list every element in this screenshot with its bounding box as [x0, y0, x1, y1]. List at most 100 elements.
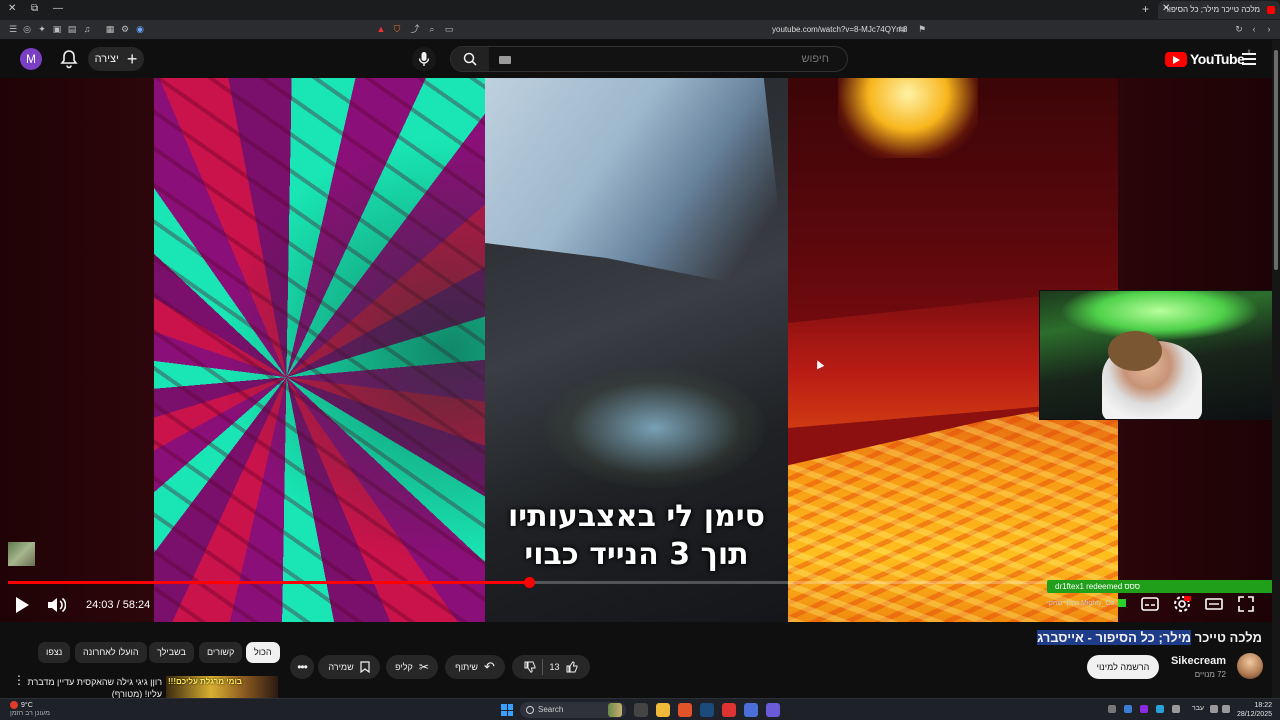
share-button[interactable]: שיתוף ↶: [445, 655, 505, 679]
settings-button[interactable]: [1172, 594, 1192, 614]
steam-icon[interactable]: [700, 703, 714, 717]
widgets-icon[interactable]: [608, 703, 622, 717]
search-input[interactable]: [495, 49, 839, 69]
chip-all[interactable]: הכול: [246, 642, 280, 663]
back-icon[interactable]: ‹: [1249, 24, 1259, 34]
youtube-wordmark: YouTube: [1190, 51, 1245, 67]
create-button[interactable]: יצירה +: [88, 47, 144, 71]
tray-app-icon[interactable]: [1124, 705, 1132, 713]
share-page-icon[interactable]: ⤴: [410, 24, 420, 34]
location-icon[interactable]: ◎: [22, 24, 32, 34]
theater-mode-button[interactable]: [1204, 594, 1224, 614]
cast-icon[interactable]: ▭: [444, 24, 454, 34]
more-actions-button[interactable]: •••: [290, 655, 314, 679]
tray-headset-icon[interactable]: [1172, 705, 1180, 713]
url-field[interactable]: youtube.com/watch?v=8-MJc74QYm8: [772, 25, 907, 34]
recommendation-title[interactable]: רוןן גיגי גילה שהאקסית עדיין מדברת עליו!…: [26, 676, 162, 700]
fullscreen-button[interactable]: [1236, 594, 1256, 614]
wallet-icon[interactable]: ▦: [105, 24, 115, 34]
tray-wifi-icon[interactable]: [1210, 705, 1218, 713]
task-view-icon[interactable]: [634, 703, 648, 717]
music-icon[interactable]: ♫: [82, 24, 92, 34]
recommendation-more-icon[interactable]: ⋮: [13, 674, 25, 686]
chip-watched[interactable]: נצפו: [38, 642, 71, 663]
browser-tab-active[interactable]: ✕ מלכה טייכר מילר; כל הסיפור: [1158, 1, 1280, 19]
volume-button[interactable]: [46, 596, 67, 614]
subtitle-line-1: סימן לי באצבעותיו: [507, 499, 766, 534]
bookmark-icon[interactable]: ⚑: [917, 24, 927, 34]
time-display: 24:03 / 58:24: [78, 594, 158, 616]
chip-related[interactable]: קשורים: [199, 642, 243, 663]
subscribe-button[interactable]: הרשמה למינוי: [1087, 655, 1159, 679]
create-label: יצירה: [94, 53, 119, 65]
brave-browser-icon[interactable]: [678, 703, 692, 717]
like-count[interactable]: 13: [549, 662, 559, 672]
puzzle-icon[interactable]: ✦: [37, 24, 47, 34]
player-controls: 24:03 / 58:24: [0, 588, 1280, 622]
zoom-icon[interactable]: ⌕: [427, 24, 437, 34]
minimize-window-icon[interactable]: —: [53, 3, 63, 14]
clip-button[interactable]: קליפ ✂: [386, 655, 438, 679]
chrome-icon[interactable]: [722, 703, 736, 717]
captions-button[interactable]: [1140, 594, 1160, 614]
brave-shield-icon[interactable]: ⛉: [392, 24, 402, 34]
new-tab-icon[interactable]: +: [1142, 2, 1149, 16]
sidebar-toggle-icon[interactable]: ☰: [8, 24, 18, 34]
progress-scrubber-handle[interactable]: [523, 577, 535, 588]
save-button[interactable]: שמירה: [318, 655, 380, 679]
weather-widget[interactable]: 9°C מעונן רב הזמן: [10, 701, 50, 718]
tray-obs-icon[interactable]: [1140, 705, 1148, 713]
chip-for-you[interactable]: בשבילך: [149, 642, 194, 663]
forward-icon[interactable]: ›: [1264, 24, 1274, 34]
maximize-window-icon[interactable]: ⧉: [31, 3, 38, 14]
weather-temp: 9°C: [21, 701, 33, 709]
tray-volume-icon[interactable]: [1222, 705, 1230, 713]
video-player[interactable]: סימן לי באצבעותיו תוך 3 הנייד כבוי dr1ft…: [0, 78, 1280, 622]
system-clock[interactable]: 18:22 28/12/2025: [1237, 701, 1272, 719]
translate-icon[interactable]: ⇆: [897, 24, 907, 34]
video-panel-checkered-tunnel: [154, 78, 485, 622]
chip-recently-uploaded[interactable]: הועלו לאחרונה: [75, 642, 147, 663]
page-scrollbar[interactable]: [1272, 40, 1280, 698]
audio-icon[interactable]: ◉: [135, 24, 145, 34]
language-indicator[interactable]: עבר: [1192, 705, 1204, 712]
play-button[interactable]: [14, 596, 30, 614]
subtitles-icon: [1141, 597, 1159, 611]
tray-chevron-icon[interactable]: [1108, 705, 1116, 713]
reload-icon[interactable]: ↻: [1234, 24, 1244, 34]
search-icon: [463, 52, 477, 66]
start-windows-icon[interactable]: [501, 704, 513, 716]
menu-hamburger-icon[interactable]: [1242, 53, 1256, 65]
subtitle-line-2: תוך 3 הנייד כבוי: [524, 537, 749, 572]
file-explorer-icon[interactable]: [656, 703, 670, 717]
like-icon[interactable]: [566, 661, 578, 673]
search-box: [450, 46, 848, 72]
tray-network-icon[interactable]: [1156, 705, 1164, 713]
chapter-thumbnail: [8, 542, 35, 566]
account-avatar[interactable]: M: [20, 48, 42, 70]
extensions-icon[interactable]: ⚙: [120, 24, 130, 34]
youtube-logo[interactable]: YouTube IL: [1165, 50, 1252, 67]
reader-icon[interactable]: ▤: [67, 24, 77, 34]
notifications-bell-icon[interactable]: [60, 49, 78, 69]
screenshot-icon[interactable]: ▣: [52, 24, 62, 34]
save-label: שמירה: [328, 662, 354, 672]
share-arrow-icon: ↶: [484, 659, 495, 674]
discord-icon[interactable]: [766, 703, 780, 717]
voice-search-button[interactable]: [412, 47, 436, 71]
channel-avatar[interactable]: [1237, 653, 1263, 679]
weather-icon: [10, 701, 18, 709]
video-title-selected-text: מילר; כל הסיפור - אייסברג: [1037, 630, 1192, 645]
warning-icon[interactable]: ▲: [376, 24, 386, 34]
scrollbar-thumb[interactable]: [1274, 50, 1278, 270]
microphone-icon: [418, 52, 430, 66]
dislike-icon[interactable]: [524, 661, 536, 673]
recommendation-thumbnail[interactable]: בומי מרגלת עליכם!!!: [166, 676, 278, 698]
app-icon[interactable]: [744, 703, 758, 717]
youtube-header: M יצירה + YouTube IL: [0, 40, 1280, 78]
search-button[interactable]: [451, 47, 489, 71]
channel-name[interactable]: Sikecream: [1171, 655, 1226, 667]
close-window-icon[interactable]: ✕: [8, 3, 16, 14]
progress-fill: [8, 581, 529, 584]
streamer-webcam-overlay: [1039, 290, 1280, 420]
